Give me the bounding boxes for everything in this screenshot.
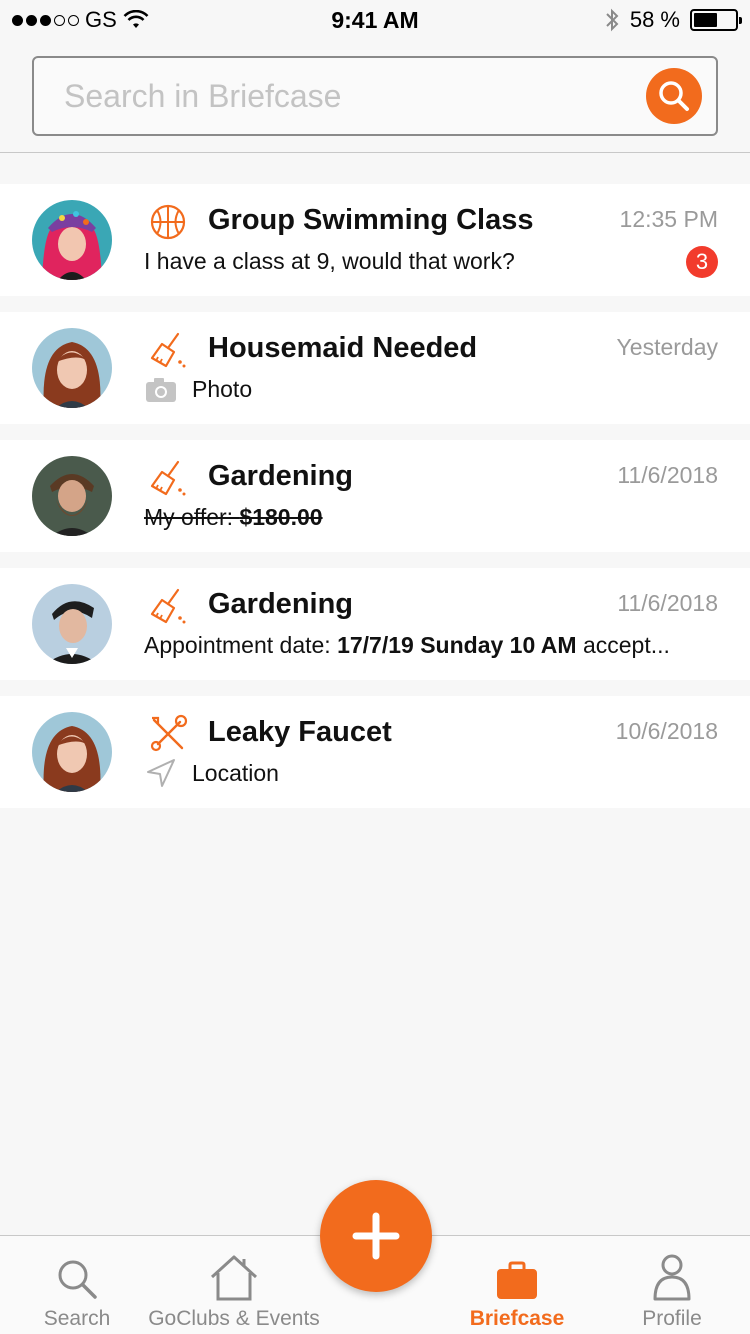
tab-profile[interactable]: Profile — [626, 1236, 718, 1334]
tab-label: Briefcase — [469, 1307, 565, 1330]
conversation-message: Photo — [192, 376, 253, 402]
tab-label: GoClubs & Events — [148, 1307, 320, 1330]
conversation-time: 11/6/2018 — [617, 462, 718, 488]
search-icon — [58, 1260, 97, 1299]
search-icon — [659, 81, 689, 111]
avatar — [32, 200, 112, 280]
conversation-row[interactable]: Leaky Faucet 10/6/2018 Location — [0, 696, 750, 808]
conversation-title: Leaky Faucet — [208, 716, 392, 748]
conversation-title: Gardening — [208, 588, 354, 620]
appointment-date: 17/7/19 Sunday 10 AM — [337, 632, 577, 658]
conversation-time: Yesterday — [616, 334, 718, 360]
avatar — [32, 328, 112, 408]
conversation-list: Group Swimming Class 12:35 PM I have a c… — [0, 184, 750, 824]
offer-amount: $180.00 — [239, 504, 323, 530]
conversation-title: Group Swimming Class — [208, 204, 534, 236]
camera-icon — [146, 378, 176, 402]
battery-icon — [690, 9, 742, 31]
conversation-title: Housemaid Needed — [208, 332, 478, 364]
avatar — [32, 584, 112, 664]
avatar — [32, 712, 112, 792]
conversation-row[interactable]: Group Swimming Class 12:35 PM I have a c… — [0, 184, 750, 296]
appointment-suffix: accept... — [576, 632, 670, 658]
tab-briefcase[interactable]: Briefcase — [462, 1236, 572, 1334]
add-button[interactable] — [320, 1180, 432, 1292]
tab-search[interactable]: Search — [30, 1236, 124, 1334]
location-arrow-icon — [147, 759, 175, 787]
person-icon — [653, 1254, 691, 1301]
conversation-row[interactable]: Gardening 11/6/2018 My offer: $180.00 — [0, 440, 750, 552]
signal-dot — [54, 14, 65, 26]
battery-level — [694, 13, 718, 27]
conversation-message: I have a class at 9, would that work? — [144, 248, 515, 274]
broom-icon — [150, 460, 186, 496]
conversation-row[interactable]: Gardening 11/6/2018 Appointment date: 17… — [0, 568, 750, 680]
broom-icon — [150, 332, 186, 368]
briefcase-icon — [497, 1261, 537, 1299]
bluetooth-icon — [606, 8, 619, 32]
house-icon — [210, 1255, 258, 1301]
tab-label: Search — [43, 1307, 111, 1330]
divider — [0, 152, 750, 153]
battery-percent: 58 % — [629, 7, 680, 32]
tools-icon — [150, 714, 188, 752]
conversation-title: Gardening — [208, 460, 354, 492]
conversation-time: 11/6/2018 — [617, 590, 718, 616]
unread-badge: 3 — [686, 246, 718, 278]
avatar — [32, 456, 112, 536]
conversation-appointment: Appointment date: 17/7/19 Sunday 10 AM a… — [144, 632, 720, 659]
signal-dot — [12, 14, 23, 26]
carrier-name: GS — [85, 7, 117, 32]
basketball-icon — [150, 204, 186, 240]
conversation-time: 12:35 PM — [619, 206, 718, 232]
plus-icon — [352, 1212, 400, 1260]
status-right: 58 % — [604, 7, 742, 33]
conversation-time: 10/6/2018 — [615, 718, 718, 744]
status-left: GS — [12, 7, 149, 33]
search-bar — [32, 56, 718, 136]
signal-dot — [26, 14, 37, 26]
conversation-message: Location — [192, 760, 279, 786]
signal-dot — [68, 14, 79, 26]
offer-label: My offer: — [144, 504, 240, 530]
wifi-icon — [123, 10, 149, 28]
conversation-offer: My offer: $180.00 — [144, 504, 720, 531]
conversation-row[interactable]: Housemaid Needed Yesterday Photo — [0, 312, 750, 424]
search-button[interactable] — [646, 68, 702, 124]
signal-dot — [40, 14, 51, 26]
tab-goclubs-events[interactable]: GoClubs & Events — [144, 1236, 324, 1334]
appointment-prefix: Appointment date: — [144, 632, 338, 658]
status-bar: GS 9:41 AM 58 % — [0, 0, 750, 40]
signal-strength-icon — [12, 14, 79, 26]
tab-label: Profile — [642, 1307, 702, 1330]
broom-icon — [150, 588, 186, 624]
search-input[interactable] — [64, 77, 646, 115]
